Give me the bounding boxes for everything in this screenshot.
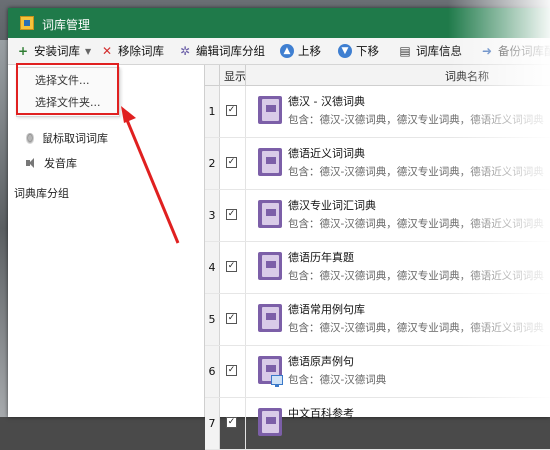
- row-number: 5: [205, 294, 220, 345]
- column-divider: [245, 138, 246, 189]
- dictionary-book-icon: [258, 304, 282, 332]
- show-checkbox[interactable]: ✓: [226, 313, 237, 324]
- move-down-button[interactable]: ▼ 下移: [338, 43, 379, 59]
- app-icon: [20, 16, 34, 30]
- dictionary-info-button[interactable]: ▤ 词库信息: [398, 43, 462, 59]
- title-bar: 词库管理: [8, 8, 550, 38]
- header-divider: [219, 65, 220, 85]
- column-divider: [245, 190, 246, 241]
- info-icon: ▤: [399, 44, 411, 58]
- show-checkbox[interactable]: ✓: [226, 365, 237, 376]
- column-divider: [245, 242, 246, 293]
- dictionary-info-label: 词库信息: [416, 44, 462, 58]
- plus-icon: +: [17, 44, 29, 58]
- dictionary-description: 包含：德汉-汉德词典，德汉专业词典，德语近义词词典: [288, 166, 544, 178]
- dictionary-name: 德汉专业词汇词典: [288, 199, 376, 212]
- show-checkbox[interactable]: ✓: [226, 105, 237, 116]
- dictionary-book-icon: [258, 252, 282, 280]
- tree-item-pronunciation[interactable]: 发音库: [26, 154, 77, 172]
- column-divider: [245, 294, 246, 345]
- window-title: 词库管理: [42, 18, 91, 32]
- row-number: 6: [205, 346, 220, 397]
- dictionary-description: 包含：德汉-汉德词典，德汉专业词典，德语近义词词典: [288, 270, 544, 282]
- dictionary-name: 德语近义词词典: [288, 147, 365, 160]
- dictionary-table: 显示 词典名称 1 ✓ 德汉 - 汉德词典包含：德汉-汉德词典，德汉专业词典，德语近…: [205, 65, 550, 450]
- move-up-label: 上移: [298, 44, 321, 58]
- dictionary-book-icon: [258, 200, 282, 228]
- row-number: 7: [205, 398, 220, 449]
- dictionary-name: 德语常用例句库: [288, 303, 365, 316]
- table-row[interactable]: 3 ✓ 德汉专业词汇词典包含：德汉-汉德词典，德汉专业词典，德语近义词词典: [205, 190, 550, 242]
- install-dictionary-label: 安装词库: [34, 44, 80, 58]
- table-row[interactable]: 2 ✓ 德语近义词词典包含：德汉-汉德词典，德汉专业词典，德语近义词词典: [205, 138, 550, 190]
- remove-dictionary-label: 移除词库: [118, 44, 164, 58]
- remove-icon: ✕: [101, 44, 113, 58]
- table-row[interactable]: 4 ✓ 德语历年真题包含：德汉-汉德词典，德汉专业词典，德语近义词词典: [205, 242, 550, 294]
- column-header-name[interactable]: 词典名称: [445, 68, 489, 84]
- column-divider: [245, 346, 246, 397]
- dictionary-manager-window: 词库管理 + 安装词库 ▼ ✕ 移除词库 ✲ 编辑词库分组 ▲ 上移 ▼ 下移 …: [8, 8, 550, 450]
- column-divider: [245, 86, 246, 137]
- dictionary-description: 包含：德汉-汉德词典，德汉专业词典，德语近义词词典: [288, 218, 544, 230]
- highlight-box: [16, 63, 119, 115]
- row-number: 2: [205, 138, 220, 189]
- dictionary-book-icon: [258, 408, 282, 436]
- dictionary-book-icon: [258, 148, 282, 176]
- install-dictionary-button[interactable]: + 安装词库 ▼: [16, 43, 91, 59]
- column-header-show[interactable]: 显示: [224, 68, 246, 84]
- column-divider: [245, 398, 246, 449]
- dictionary-name: 德语原声例句: [288, 355, 354, 368]
- gear-icon: ✲: [179, 44, 191, 58]
- row-number: 3: [205, 190, 220, 241]
- move-up-button[interactable]: ▲ 上移: [280, 43, 321, 59]
- show-checkbox[interactable]: ✓: [226, 157, 237, 168]
- dictionary-name: 德语历年真题: [288, 251, 354, 264]
- table-row[interactable]: 7 ✓ 中文百科参考: [205, 398, 550, 450]
- table-row[interactable]: 5 ✓ 德语常用例句库包含：德汉-汉德词典，德汉专业词典，德语近义词词典: [205, 294, 550, 346]
- arrow-up-icon: ▲: [280, 44, 294, 58]
- table-header: 显示 词典名称: [205, 65, 550, 86]
- dictionary-name: 德汉 - 汉德词典: [288, 95, 365, 108]
- edit-group-label: 编辑词库分组: [196, 44, 265, 58]
- tree-item-mouse-lookup[interactable]: 鼠标取词词库: [26, 129, 108, 147]
- backup-icon: ➜: [481, 44, 493, 58]
- backup-config-label: 备份词库配: [498, 44, 550, 58]
- tree-item-label: 鼠标取词词库: [42, 132, 108, 145]
- table-row[interactable]: 6 ✓ 德语原声例句包含：德汉-汉德词典: [205, 346, 550, 398]
- dictionary-description: 包含：德汉-汉德词典: [288, 374, 387, 386]
- show-checkbox[interactable]: ✓: [226, 209, 237, 220]
- dictionary-book-icon: [258, 96, 282, 124]
- backup-config-button[interactable]: ➜ 备份词库配: [480, 43, 550, 59]
- tree-item-label: 发音库: [44, 157, 77, 170]
- row-number: 1: [205, 86, 220, 137]
- header-divider: [245, 65, 246, 85]
- dictionary-name: 中文百科参考: [288, 407, 354, 420]
- table-row[interactable]: 1 ✓ 德汉 - 汉德词典包含：德汉-汉德词典，德汉专业词典，德语近义词词典: [205, 86, 550, 138]
- move-down-label: 下移: [356, 44, 379, 58]
- remove-dictionary-button[interactable]: ✕ 移除词库: [100, 43, 164, 59]
- edit-group-button[interactable]: ✲ 编辑词库分组: [178, 43, 265, 59]
- show-checkbox[interactable]: ✓: [226, 261, 237, 272]
- toolbar: + 安装词库 ▼ ✕ 移除词库 ✲ 编辑词库分组 ▲ 上移 ▼ 下移 ▤ 词库信…: [8, 38, 550, 65]
- arrow-down-icon: ▼: [338, 44, 352, 58]
- chevron-down-icon[interactable]: ▼: [85, 47, 91, 56]
- monitor-icon: [271, 375, 283, 387]
- dictionary-tree-pane: 选择文件... 选择文件夹... 鼠标取词词库 发音库 词典库分组: [8, 63, 205, 417]
- tree-group-dictionary-groups[interactable]: 词典库分组: [14, 185, 69, 201]
- show-checkbox[interactable]: ✓: [226, 417, 237, 428]
- dictionary-description: 包含：德汉-汉德词典，德汉专业词典，德语近义词词典: [288, 322, 544, 334]
- mouse-icon: [26, 132, 34, 144]
- dictionary-description: 包含：德汉-汉德词典，德汉专业词典，德语近义词词典: [288, 114, 544, 126]
- speaker-icon: [26, 157, 36, 169]
- row-number: 4: [205, 242, 220, 293]
